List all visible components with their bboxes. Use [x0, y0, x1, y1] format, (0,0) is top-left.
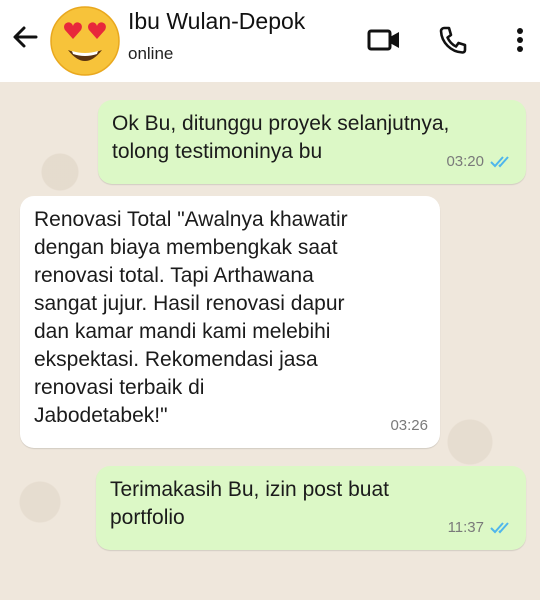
message-meta: 03:26: [390, 412, 428, 440]
message-time: 03:26: [390, 417, 428, 434]
message-meta: 03:20: [446, 148, 514, 176]
message-time: 11:37: [447, 519, 484, 536]
read-ticks-icon: [490, 522, 509, 534]
video-call-icon[interactable]: [364, 20, 404, 60]
contact-name[interactable]: Ibu Wulan-Depok: [128, 8, 305, 35]
phone-icon[interactable]: [433, 20, 473, 60]
message-bubble-incoming[interactable]: Renovasi Total "Awalnya khawatir dengan …: [20, 196, 440, 448]
message-time: 03:20: [446, 153, 484, 170]
contact-status: online: [128, 44, 174, 63]
chat-header: Ibu Wulan-Depok online: [0, 0, 540, 82]
heart-eyes-emoji-icon[interactable]: [48, 4, 122, 78]
message-bubble-outgoing[interactable]: Ok Bu, ditunggu proyek selanjutnya, tolo…: [98, 100, 526, 184]
back-arrow-icon[interactable]: [8, 20, 42, 54]
read-ticks-icon: [490, 156, 509, 168]
message-meta: 11:37: [448, 514, 514, 542]
message-text: Renovasi Total "Awalnya khawatir dengan …: [34, 208, 348, 427]
more-vert-icon[interactable]: [500, 20, 540, 60]
message-bubble-outgoing[interactable]: Terimakasih Bu, izin post buat portfolio…: [96, 466, 526, 550]
